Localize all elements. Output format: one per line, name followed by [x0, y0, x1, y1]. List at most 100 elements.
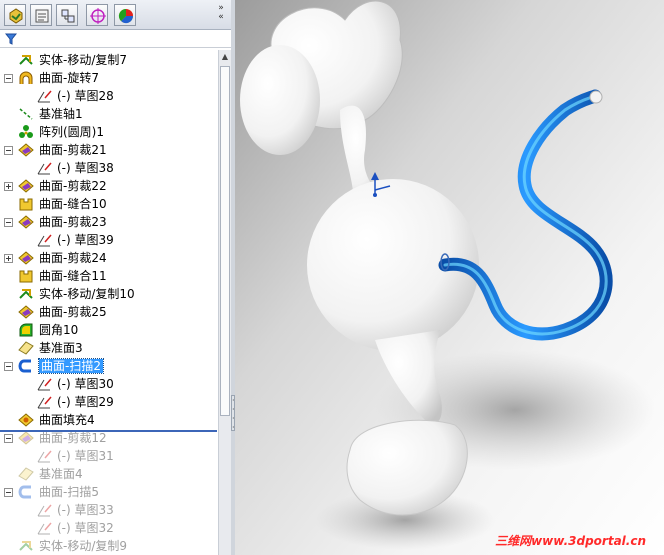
sketch-icon [36, 448, 52, 464]
surface-revolve-icon [18, 70, 34, 86]
tree-item[interactable]: 实体-移动/复制7 [0, 51, 218, 69]
tree-item[interactable]: 曲面-扫描5 [0, 483, 218, 501]
collapse-minus-icon[interactable] [4, 74, 13, 83]
tree-item[interactable]: 曲面-扫描2 [0, 357, 218, 375]
sketch-icon [36, 160, 52, 176]
tree-item-label: 曲面-缝合11 [39, 269, 107, 283]
feature-tree: 实体-移动/复制7 曲面-旋转7 (-) 草图28 基准轴1 阵列(圆周)1 曲面-剪裁2… [0, 50, 218, 555]
surface-sweep-icon [18, 484, 34, 500]
sketch-icon [36, 88, 52, 104]
graphics-viewport[interactable]: 三维网www.3dportal.cn [235, 0, 664, 555]
move-copy-icon [18, 52, 34, 68]
plane-icon [18, 340, 34, 356]
model-render [235, 0, 664, 555]
tree-item[interactable]: 曲面-缝合10 [0, 195, 218, 213]
dimxpert-icon [90, 8, 106, 24]
tree-item-label: 曲面-剪裁22 [39, 179, 107, 193]
surface-trim-icon [18, 430, 34, 446]
sketch-icon [36, 502, 52, 518]
tree-item-label: 基准面3 [39, 341, 83, 355]
collapse-minus-icon[interactable] [4, 218, 13, 227]
tree-item[interactable]: (-) 草图32 [0, 519, 218, 537]
feature-manager-panel: » « 实体-移动/复制7 曲面-旋转7 (-) 草图28 基准轴1 阵列(圆周)1 曲面-… [0, 0, 232, 555]
tree-item-label: 曲面-剪裁12 [39, 431, 107, 445]
surface-trim-icon [18, 142, 34, 158]
surface-fill-icon [18, 412, 34, 428]
tree-item[interactable]: (-) 草图28 [0, 87, 218, 105]
collapse-minus-icon[interactable] [4, 488, 13, 497]
property-manager-tab[interactable] [30, 4, 52, 26]
surface-knit-icon [18, 196, 34, 212]
sketch-icon [36, 232, 52, 248]
tree-item-label: (-) 草图28 [57, 89, 114, 103]
tree-item-label: 阵列(圆周)1 [39, 125, 104, 139]
collapse-minus-icon[interactable] [4, 362, 13, 371]
filter-icon[interactable] [5, 33, 17, 45]
property-manager-icon [35, 9, 49, 23]
tree-item[interactable]: (-) 草图31 [0, 447, 218, 465]
tree-item[interactable]: 实体-移动/复制9 [0, 537, 218, 555]
tree-item[interactable]: (-) 草图30 [0, 375, 218, 393]
circular-pattern-icon [18, 124, 34, 140]
tree-item-label: 实体-移动/复制9 [39, 539, 128, 553]
tree-item[interactable]: 曲面-剪裁24 [0, 249, 218, 267]
tree-item[interactable]: 曲面-剪裁23 [0, 213, 218, 231]
scroll-thumb[interactable] [220, 66, 230, 416]
tree-item-label: 曲面-缝合10 [39, 197, 107, 211]
tree-item-label: (-) 草图31 [57, 449, 114, 463]
tree-item[interactable]: 基准轴1 [0, 105, 218, 123]
collapse-minus-icon[interactable] [4, 434, 13, 443]
tree-item-label: (-) 草图32 [57, 521, 114, 535]
display-manager-tab[interactable] [114, 4, 136, 26]
tree-item[interactable]: 圆角10 [0, 321, 218, 339]
sketch-icon [36, 520, 52, 536]
tree-item[interactable]: (-) 草图38 [0, 159, 218, 177]
collapse-minus-icon[interactable] [4, 146, 13, 155]
tree-item-label: 曲面-剪裁25 [39, 305, 107, 319]
configuration-manager-icon [61, 9, 75, 23]
surface-sweep-icon [18, 358, 34, 374]
tree-item[interactable]: 曲面-剪裁22 [0, 177, 218, 195]
feature-manager-tab[interactable] [4, 4, 26, 26]
sketch-icon [36, 376, 52, 392]
tree-item[interactable]: (-) 草图39 [0, 231, 218, 249]
tree-filter-bar[interactable] [0, 30, 232, 48]
tree-item[interactable]: 阵列(圆周)1 [0, 123, 218, 141]
surface-trim-icon [18, 178, 34, 194]
tree-item-label: (-) 草图30 [57, 377, 114, 391]
feature-manager-icon [9, 8, 23, 24]
tree-item[interactable]: 曲面-旋转7 [0, 69, 218, 87]
tree-scrollbar[interactable]: ▲ [218, 50, 231, 555]
tree-item-label: 曲面-剪裁21 [39, 143, 107, 157]
move-copy-icon [18, 538, 34, 554]
tree-item-label: 基准轴1 [39, 107, 83, 121]
tree-item-label: 圆角10 [39, 323, 79, 337]
manager-tabs-toolbar: » « [0, 0, 232, 30]
tree-item[interactable]: 基准面4 [0, 465, 218, 483]
surface-trim-icon [18, 214, 34, 230]
tree-item[interactable]: (-) 草图29 [0, 393, 218, 411]
move-copy-icon [18, 286, 34, 302]
tree-item[interactable]: (-) 草图33 [0, 501, 218, 519]
tree-item[interactable]: 曲面-剪裁25 [0, 303, 218, 321]
expand-plus-icon[interactable] [4, 254, 13, 263]
tree-item-label: (-) 草图29 [57, 395, 114, 409]
tree-item[interactable]: 基准面3 [0, 339, 218, 357]
rollback-bar[interactable] [0, 430, 217, 432]
tree-item-label: 基准面4 [39, 467, 83, 481]
tree-item-label: (-) 草图33 [57, 503, 114, 517]
dimxpert-tab[interactable] [86, 4, 108, 26]
sketch-icon [36, 394, 52, 410]
tree-item-label: 实体-移动/复制10 [39, 287, 135, 301]
scroll-up-arrow-icon[interactable]: ▲ [219, 50, 231, 64]
configuration-manager-tab[interactable] [56, 4, 78, 26]
tree-item-label: 实体-移动/复制7 [39, 53, 128, 67]
tree-item-label: 曲面-扫描2 [38, 358, 104, 374]
toolbar-scroll-arrows[interactable]: » « [214, 4, 228, 22]
tree-item[interactable]: 曲面-缝合11 [0, 267, 218, 285]
expand-plus-icon[interactable] [4, 182, 13, 191]
tree-item[interactable]: 实体-移动/复制10 [0, 285, 218, 303]
surface-knit-icon [18, 268, 34, 284]
tree-item[interactable]: 曲面-剪裁21 [0, 141, 218, 159]
tree-item[interactable]: 曲面填充4 [0, 411, 218, 429]
